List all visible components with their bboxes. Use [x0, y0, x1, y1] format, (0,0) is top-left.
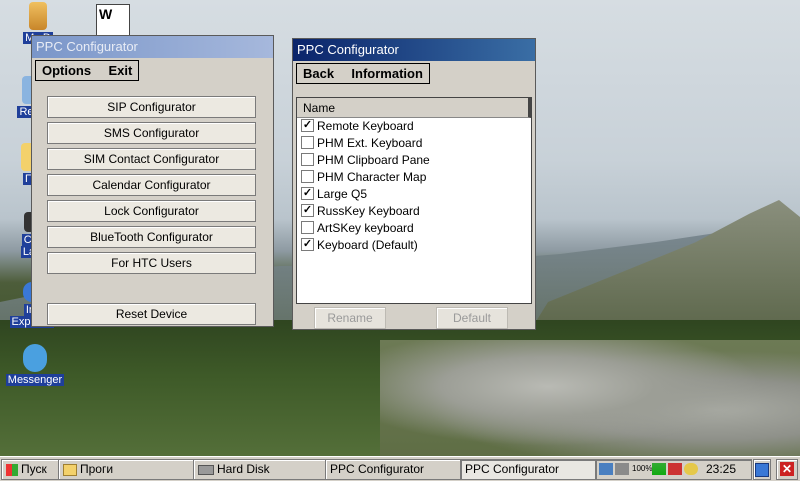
desktop-icon-messenger[interactable]: Messenger: [3, 344, 67, 386]
menu-back[interactable]: Back: [303, 66, 334, 81]
list-header-name[interactable]: Name: [297, 98, 531, 118]
taskbar-item-label: Проги: [80, 462, 114, 476]
network-icon[interactable]: [599, 463, 613, 475]
list-rows: ✓ Remote Keyboard PHM Ext. Keyboard PHM Cli…: [297, 118, 531, 254]
left-window: PPC Configurator Options Exit SIP Config…: [31, 35, 274, 327]
checkbox[interactable]: ✓: [301, 238, 314, 252]
bluetooth-configurator-button[interactable]: BlueTooth Configurator: [47, 226, 256, 248]
list-item-label: ArtSKey keyboard: [317, 221, 414, 235]
list-item[interactable]: ✓ RussKey Keyboard: [297, 203, 531, 220]
close-icon: ✕: [780, 462, 794, 476]
hard-disk-icon: [198, 464, 214, 475]
battery-text[interactable]: 100%: [632, 463, 652, 475]
windows-logo-icon: [6, 463, 18, 476]
close-button[interactable]: ✕: [776, 459, 798, 480]
calendar-configurator-button[interactable]: Calendar Configurator: [47, 174, 256, 196]
taskbar: Пуск Проги Hard Disk PPC Configurator PP…: [0, 456, 800, 481]
list-item[interactable]: ✓ Large Q5: [297, 186, 531, 203]
clock[interactable]: 23:25: [706, 460, 736, 479]
checkbox[interactable]: [301, 136, 314, 150]
rock-field: [380, 340, 800, 456]
list-item-label: Large Q5: [317, 187, 368, 201]
reset-device-button[interactable]: Reset Device: [47, 303, 256, 325]
desktop-toggle-button[interactable]: [753, 459, 771, 480]
list-item[interactable]: PHM Clipboard Pane: [297, 152, 531, 169]
sip-configurator-button[interactable]: SIP Configurator: [47, 96, 256, 118]
connection-icon[interactable]: [615, 463, 629, 475]
checkbox[interactable]: [301, 170, 314, 184]
folder-icon: [63, 463, 77, 476]
rename-button[interactable]: Rename: [314, 307, 386, 329]
checkbox[interactable]: [301, 221, 314, 235]
left-menubar: Options Exit: [35, 60, 140, 81]
messenger-icon: [23, 344, 47, 372]
right-window: PPC Configurator Back Information Name ✓…: [292, 38, 536, 330]
sms-configurator-button[interactable]: SMS Configurator: [47, 122, 256, 144]
list-item-label: PHM Ext. Keyboard: [317, 136, 423, 150]
checkbox[interactable]: ✓: [301, 204, 314, 218]
keyboard-layout-icon[interactable]: [668, 463, 682, 475]
window-title[interactable]: PPC Configurator: [293, 39, 535, 61]
taskbar-item-hard-disk[interactable]: Hard Disk: [193, 459, 327, 480]
lock-configurator-button[interactable]: Lock Configurator: [47, 200, 256, 222]
desktop-icon-label: Messenger: [5, 374, 65, 386]
htc-users-button[interactable]: For HTC Users: [47, 252, 256, 274]
keyboard-list[interactable]: Name ✓ Remote Keyboard PHM Ext. Keyboard PH…: [296, 97, 532, 304]
window-title[interactable]: PPC Configurator: [32, 36, 273, 58]
list-item[interactable]: PHM Character Map: [297, 169, 531, 186]
list-item-label: RussKey Keyboard: [317, 204, 420, 218]
taskbar-item-label: PPC Configurator: [465, 462, 560, 476]
sim-contact-configurator-button[interactable]: SIM Contact Configurator: [47, 148, 256, 170]
wordpad-shortcut-icon[interactable]: W: [96, 4, 130, 36]
menu-exit[interactable]: Exit: [108, 63, 132, 78]
list-item[interactable]: PHM Ext. Keyboard: [297, 135, 531, 152]
menu-options[interactable]: Options: [42, 63, 91, 78]
list-item[interactable]: ArtSKey keyboard: [297, 220, 531, 237]
system-tray: 100% 23:25: [595, 459, 752, 480]
desktop-icon: [755, 463, 769, 477]
default-button[interactable]: Default: [436, 307, 508, 329]
device-icon: [29, 2, 47, 30]
taskbar-item-label: PPC Configurator: [330, 462, 425, 476]
taskbar-item-ppc-configurator-2[interactable]: PPC Configurator: [460, 459, 596, 480]
list-item[interactable]: ✓ Keyboard (Default): [297, 237, 531, 254]
list-item-label: PHM Clipboard Pane: [317, 153, 430, 167]
list-item-label: Keyboard (Default): [317, 238, 418, 252]
list-item-label: Remote Keyboard: [317, 119, 414, 133]
taskbar-item-programs[interactable]: Проги: [58, 459, 194, 480]
battery-icon[interactable]: [652, 463, 666, 475]
start-label: Пуск: [21, 462, 47, 476]
right-menubar: Back Information: [296, 63, 430, 84]
taskbar-item-label: Hard Disk: [217, 462, 270, 476]
menu-information[interactable]: Information: [351, 66, 423, 81]
list-item-label: PHM Character Map: [317, 170, 427, 184]
checkbox[interactable]: [301, 153, 314, 167]
list-item[interactable]: ✓ Remote Keyboard: [297, 118, 531, 135]
start-button[interactable]: Пуск: [1, 459, 59, 480]
checkbox[interactable]: ✓: [301, 119, 314, 133]
taskbar-item-ppc-configurator-1[interactable]: PPC Configurator: [325, 459, 461, 480]
checkbox[interactable]: ✓: [301, 187, 314, 201]
status-icon[interactable]: [684, 463, 698, 475]
